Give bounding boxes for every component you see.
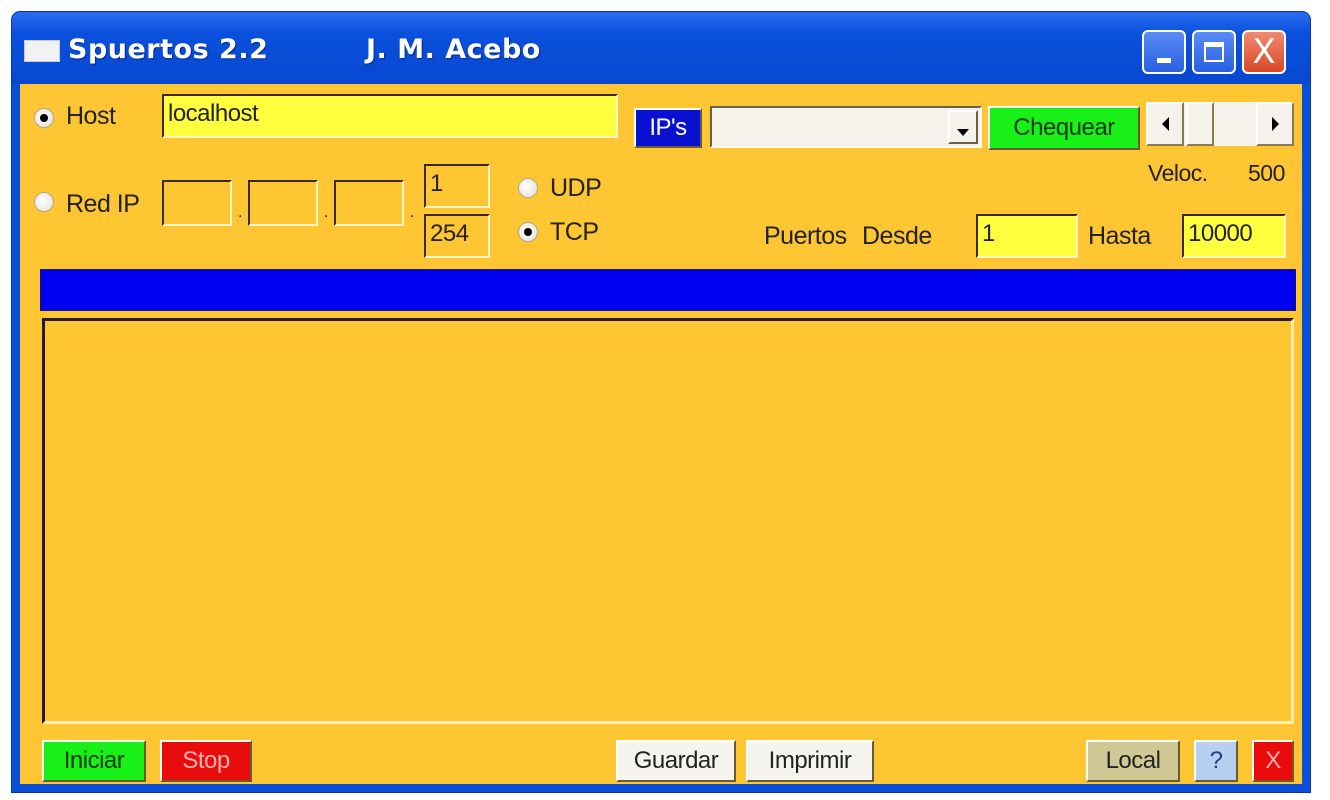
ports-from-label: Desde bbox=[862, 222, 932, 250]
help-button[interactable]: ? bbox=[1194, 740, 1238, 782]
tcp-label: TCP bbox=[550, 218, 599, 246]
ip-combo[interactable] bbox=[710, 106, 982, 148]
title-bar[interactable]: Spuertos 2.2 J. M. Acebo X bbox=[12, 12, 1310, 84]
udp-radio[interactable] bbox=[518, 178, 538, 198]
ip-octet-2[interactable] bbox=[248, 180, 318, 226]
speed-value: 500 bbox=[1248, 160, 1285, 186]
start-button[interactable]: Iniciar bbox=[42, 740, 146, 782]
ip-separator: . bbox=[324, 204, 329, 221]
app-icon bbox=[24, 40, 60, 62]
check-button[interactable]: Chequear bbox=[988, 106, 1140, 150]
maximize-icon bbox=[1204, 42, 1224, 62]
print-button[interactable]: Imprimir bbox=[746, 740, 874, 782]
speed-scrollbar[interactable] bbox=[1146, 102, 1294, 146]
minimize-icon bbox=[1157, 57, 1171, 63]
client-area: Host localhost IP's Chequear Veloc. 500 … bbox=[20, 84, 1302, 784]
close-button[interactable]: X bbox=[1242, 30, 1286, 74]
radio-selected-dot bbox=[40, 114, 48, 122]
save-button[interactable]: Guardar bbox=[616, 740, 736, 782]
udp-label: UDP bbox=[550, 174, 602, 202]
tcp-radio[interactable] bbox=[518, 222, 538, 242]
app-window: Spuertos 2.2 J. M. Acebo X Host localhos… bbox=[12, 12, 1310, 792]
close-icon: X bbox=[1252, 32, 1276, 72]
host-input[interactable]: localhost bbox=[162, 94, 618, 138]
ports-label: Puertos bbox=[764, 222, 847, 250]
speed-label: Veloc. bbox=[1148, 160, 1208, 186]
chevron-down-icon bbox=[957, 129, 969, 136]
ip-separator: . bbox=[410, 204, 415, 221]
host-label: Host bbox=[66, 102, 116, 130]
app-title: Spuertos 2.2 bbox=[68, 34, 269, 65]
combo-dropdown-button[interactable] bbox=[948, 110, 978, 144]
local-button[interactable]: Local bbox=[1086, 740, 1180, 782]
port-to-input[interactable]: 10000 bbox=[1182, 214, 1286, 258]
red-ip-label: Red IP bbox=[66, 190, 140, 218]
scroll-right-button[interactable] bbox=[1256, 102, 1294, 146]
arrow-left-icon bbox=[1161, 117, 1169, 131]
exit-button[interactable]: X bbox=[1252, 740, 1294, 782]
app-author: J. M. Acebo bbox=[366, 34, 541, 65]
ip-range-to-input[interactable]: 254 bbox=[424, 214, 490, 258]
ports-to-label: Hasta bbox=[1088, 222, 1151, 250]
radio-selected-dot bbox=[524, 228, 532, 236]
host-radio[interactable] bbox=[34, 108, 54, 128]
minimize-button[interactable] bbox=[1142, 30, 1186, 74]
ip-octet-3[interactable] bbox=[334, 180, 404, 226]
maximize-button[interactable] bbox=[1192, 30, 1236, 74]
ip-range-from-input[interactable]: 1 bbox=[424, 164, 490, 208]
port-from-input[interactable]: 1 bbox=[976, 214, 1078, 258]
ip-octet-1[interactable] bbox=[162, 180, 232, 226]
progress-bar bbox=[40, 269, 1296, 311]
scroll-left-button[interactable] bbox=[1146, 102, 1184, 146]
results-output[interactable] bbox=[42, 318, 1294, 724]
arrow-right-icon bbox=[1271, 117, 1279, 131]
red-ip-radio[interactable] bbox=[34, 192, 54, 212]
stop-button[interactable]: Stop bbox=[160, 740, 252, 782]
scroll-thumb[interactable] bbox=[1186, 102, 1214, 146]
ip-separator: . bbox=[238, 204, 243, 221]
ips-button[interactable]: IP's bbox=[634, 108, 702, 148]
